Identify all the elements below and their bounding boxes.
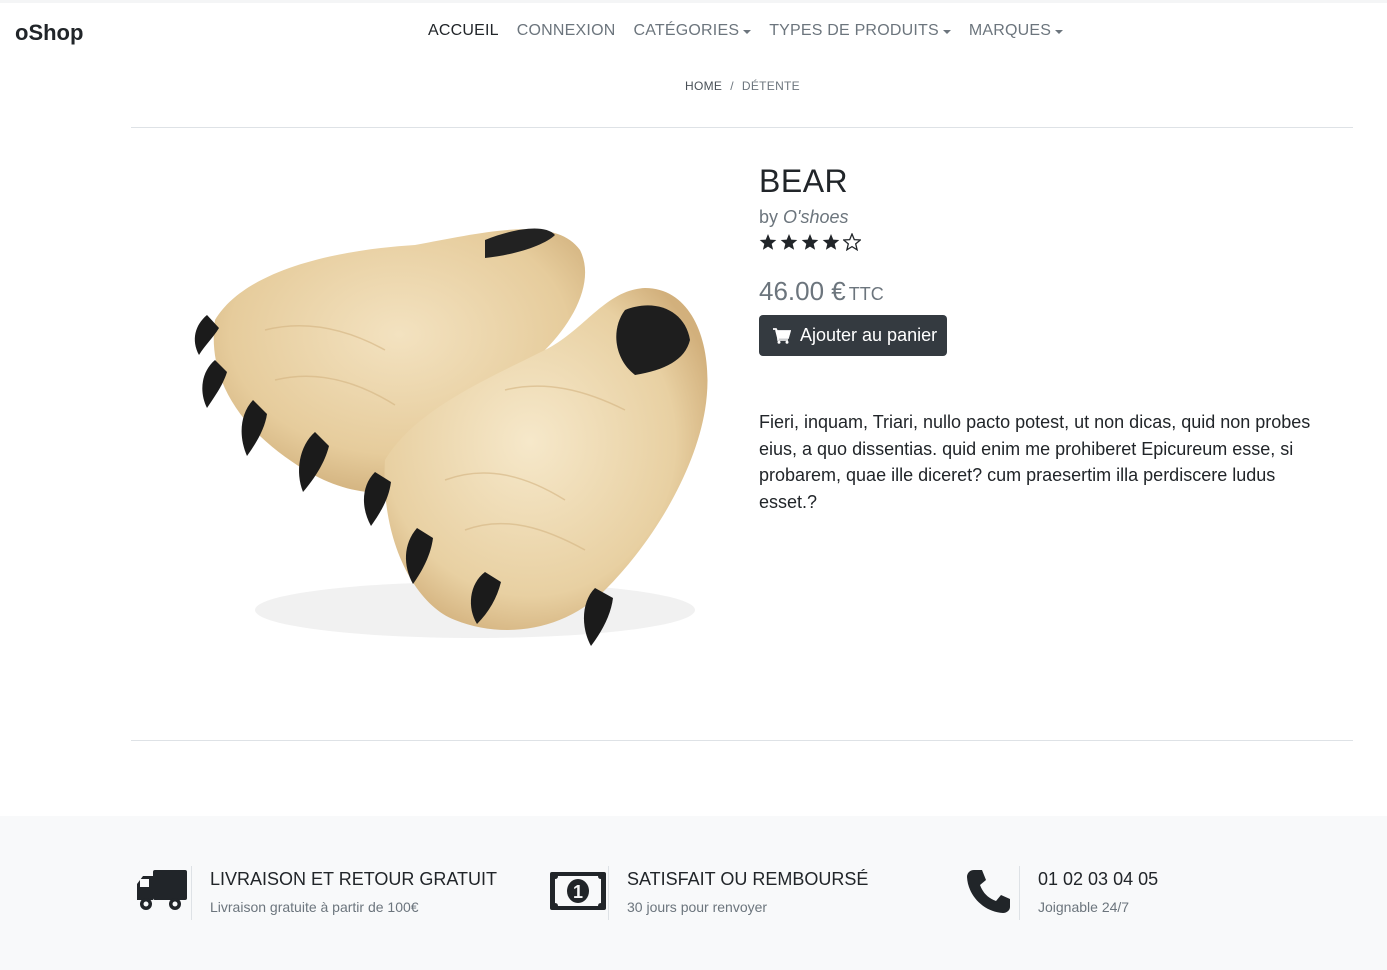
nav-types-label: TYPES DE PRODUITS	[769, 22, 939, 39]
caret-down-icon	[1055, 30, 1064, 34]
cart-icon	[773, 327, 791, 344]
feature-phone: 01 02 03 04 05 Joignable 24/7	[959, 866, 1158, 922]
nav-login-label: CONNEXION	[516, 22, 616, 39]
nav-brands-label: MARQUES	[968, 22, 1052, 39]
svg-text:1: 1	[573, 882, 583, 902]
breadcrumb-current: DÉTENTE	[741, 79, 800, 93]
feature-shipping: LIVRAISON ET RETOUR GRATUIT Livraison gr…	[131, 866, 497, 922]
nav-categories-dropdown[interactable]: CATÉGORIES	[633, 22, 752, 40]
product-price: 46.00 € TTC	[759, 276, 884, 307]
star-empty-icon	[843, 233, 861, 251]
rating-stars	[759, 233, 861, 251]
top-strip	[0, 0, 1387, 3]
money-icon: 1	[548, 866, 608, 916]
main-nav: ACCUEIL CONNEXION CATÉGORIES TYPES DE PR…	[428, 22, 1064, 40]
add-to-cart-label: Ajouter au panier	[800, 325, 938, 345]
feature-subtitle: Livraison gratuite à partir de 100€	[210, 899, 419, 915]
product-byline: by O'shoes	[759, 207, 849, 228]
star-filled-icon	[822, 234, 840, 250]
nav-home-label: ACCUEIL	[428, 22, 499, 39]
star-filled-icon	[801, 234, 819, 250]
phone-icon	[959, 866, 1019, 916]
breadcrumb-home[interactable]: HOME	[685, 79, 722, 93]
divider-bottom	[131, 740, 1353, 741]
feature-title: 01 02 03 04 05	[1038, 869, 1159, 889]
feature-subtitle: 30 jours pour renvoyer	[627, 899, 768, 915]
product-description: Fieri, inquam, Triari, nullo pacto potes…	[759, 412, 1311, 512]
breadcrumb-separator: /	[730, 79, 734, 93]
byline-prefix: by	[759, 207, 779, 227]
breadcrumb: HOME / DÉTENTE	[0, 79, 1387, 93]
star-filled-icon	[759, 234, 777, 250]
nav-categories-label: CATÉGORIES	[633, 22, 740, 39]
feature-title: SATISFAIT OU REMBOURSÉ	[627, 869, 869, 889]
nav-home[interactable]: ACCUEIL	[428, 22, 499, 40]
price-tax-label: TTC	[848, 284, 884, 304]
nav-brands-dropdown[interactable]: MARQUES	[968, 22, 1064, 40]
price-amount: 46.00 €	[759, 276, 846, 306]
feature-refund: 1 SATISFAIT OU REMBOURSÉ 30 jours pour r…	[548, 866, 868, 922]
product-brand-link[interactable]: O'shoes	[783, 207, 848, 227]
truck-icon	[131, 866, 191, 916]
footer: LIVRAISON ET RETOUR GRATUIT Livraison gr…	[0, 816, 1387, 970]
add-to-cart-button[interactable]: Ajouter au panier	[759, 315, 947, 356]
feature-divider	[1019, 866, 1020, 920]
bear-slippers-image	[194, 228, 708, 646]
star-filled-icon	[780, 234, 798, 250]
divider-top	[131, 127, 1353, 128]
brand-logo[interactable]: oShop	[15, 20, 83, 46]
feature-title: LIVRAISON ET RETOUR GRATUIT	[210, 869, 498, 889]
nav-login[interactable]: CONNEXION	[517, 22, 616, 40]
nav-types-dropdown[interactable]: TYPES DE PRODUITS	[769, 22, 951, 40]
caret-down-icon	[942, 30, 951, 34]
caret-down-icon	[743, 30, 752, 34]
feature-divider	[608, 866, 609, 920]
feature-subtitle: Joignable 24/7	[1038, 899, 1130, 915]
feature-divider	[191, 866, 192, 920]
product-title: BEAR	[759, 163, 849, 199]
